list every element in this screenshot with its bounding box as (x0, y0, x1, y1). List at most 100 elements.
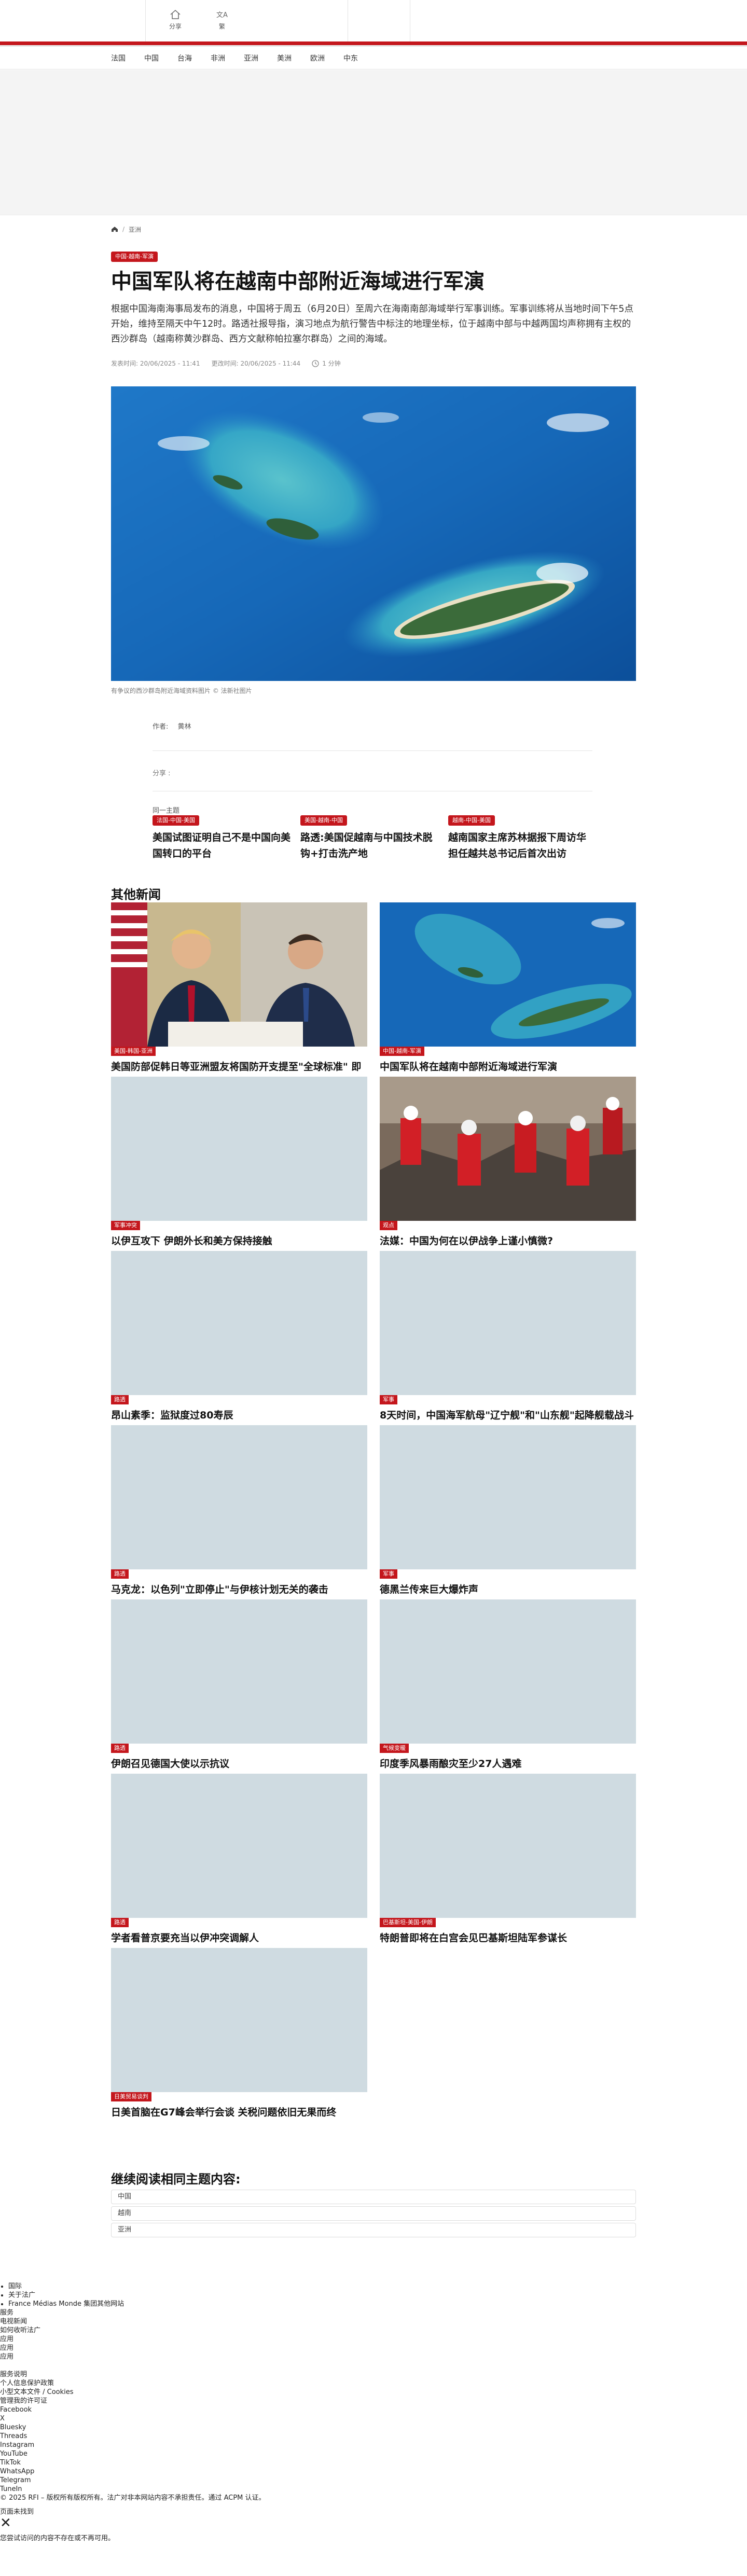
footer-menu-item[interactable]: 国际 (8, 2282, 747, 2291)
news-card-tag[interactable]: 路透 (111, 1918, 129, 1927)
nav-item[interactable]: 法国 (111, 53, 126, 63)
news-card-tag[interactable]: 中国-越南-军演 (380, 1047, 424, 1056)
related-tag[interactable]: 法国-中国-美国 (153, 815, 199, 826)
footer-menu-item[interactable]: France Médias Monde 集团其他网站 (8, 2300, 747, 2308)
footer-link[interactable]: Facebook (0, 2405, 747, 2414)
news-card[interactable]: 气候变暖印度季风暴雨酿灾至少27人遇难 (380, 1599, 636, 1770)
news-card-title[interactable]: 以伊互攻下 伊朗外长和美方保持接触 (111, 1233, 367, 1249)
footer-link[interactable]: 如何收听法广 (0, 2326, 747, 2335)
news-card-tag[interactable]: 军事 (380, 1395, 397, 1404)
news-card[interactable]: 路透昂山素季：监狱度过80寿辰 (111, 1251, 367, 1421)
related-article[interactable]: 越南-中国-美国越南国家主席苏林据报下周访华 担任越共总书记后首次出访 (448, 814, 588, 862)
news-card-tag[interactable]: 路透 (111, 1569, 129, 1579)
related-tag[interactable]: 美国-越南-中国 (300, 815, 347, 826)
footer-link[interactable]: X (0, 2414, 747, 2423)
news-card[interactable]: 军事德黑兰传来巨大爆炸声 (380, 1425, 636, 1595)
news-card-title[interactable]: 昂山素季：监狱度过80寿辰 (111, 1408, 367, 1423)
close-icon[interactable]: ✕ (0, 2516, 747, 2530)
news-card[interactable]: 路透学者看普京要充当以伊冲突调解人 (111, 1774, 367, 1944)
footer-link[interactable]: 个人信息保护政策 (0, 2379, 747, 2388)
footer-link[interactable]: 小型文本文件 / Cookies (0, 2388, 747, 2397)
news-card-image[interactable] (111, 1425, 367, 1569)
news-card-image[interactable] (380, 1077, 636, 1221)
language-button[interactable]: 文A 繁 (206, 9, 238, 31)
news-card-title[interactable]: 特朗普即将在白宫会见巴基斯坦陆军参谋长 (380, 1930, 636, 1946)
breadcrumb-current[interactable]: 亚洲 (129, 225, 141, 234)
news-card-title[interactable]: 马克龙：以色列"立即停止"与伊核计划无关的袭击 (111, 1582, 367, 1597)
news-card[interactable]: 日美贸易谈判日美首脑在G7峰会举行会谈 关税问题依旧无果而终 (111, 1948, 367, 2118)
footer-link[interactable]: TikTok (0, 2458, 747, 2467)
article-tag[interactable]: 中国-越南-军演 (111, 250, 158, 262)
footer-link[interactable]: 应用 (0, 2335, 747, 2344)
news-card-tag[interactable]: 军事 (380, 1569, 397, 1579)
news-card-tag[interactable]: 美国-韩国-亚洲 (111, 1047, 156, 1056)
footer-link[interactable]: Telegram (0, 2476, 747, 2485)
news-card-title[interactable]: 德黑兰传来巨大爆炸声 (380, 1582, 636, 1597)
nav-item[interactable]: 中东 (343, 53, 358, 63)
news-card-title[interactable]: 印度季风暴雨酿灾至少27人遇难 (380, 1756, 636, 1772)
news-card-tag[interactable]: 路透 (111, 1395, 129, 1404)
news-card-title[interactable]: 学者看普京要充当以伊冲突调解人 (111, 1930, 367, 1946)
news-card[interactable]: 军事8天时间，中国海军航母"辽宁舰"和"山东舰"起降舰载战斗机与直升机520次；… (380, 1251, 636, 1437)
related-title[interactable]: 越南国家主席苏林据报下周访华 担任越共总书记后首次出访 (448, 830, 588, 862)
news-card-image[interactable] (111, 1077, 367, 1221)
news-card[interactable]: 路透马克龙：以色列"立即停止"与伊核计划无关的袭击 (111, 1425, 367, 1595)
footer-link[interactable]: Threads (0, 2432, 747, 2441)
news-card-image[interactable] (111, 902, 367, 1047)
news-card-image[interactable] (380, 1425, 636, 1569)
news-card[interactable]: 军事冲突以伊互攻下 伊朗外长和美方保持接触 (111, 1077, 367, 1247)
footer-link[interactable]: 服务 (0, 2308, 747, 2317)
author-name[interactable]: 黄林 (178, 723, 191, 731)
news-card-tag[interactable]: 日美贸易谈判 (111, 2092, 151, 2101)
news-card-tag[interactable]: 气候变暖 (380, 1744, 409, 1753)
news-card-image[interactable] (111, 1774, 367, 1918)
footer-link[interactable]: 电视新闻 (0, 2317, 747, 2326)
news-card-image[interactable] (380, 1599, 636, 1744)
nav-item[interactable]: 非洲 (211, 53, 225, 63)
footer-link[interactable]: WhatsApp (0, 2467, 747, 2476)
topic-link[interactable]: 中国 (111, 2190, 636, 2204)
news-card[interactable]: 路透伊朗召见德国大使以示抗议 (111, 1599, 367, 1770)
news-card-title[interactable]: 伊朗召见德国大使以示抗议 (111, 1756, 367, 1772)
topic-link[interactable]: 亚洲 (111, 2223, 636, 2237)
news-card[interactable]: 巴基斯坦-美国-伊朗特朗普即将在白宫会见巴基斯坦陆军参谋长 (380, 1774, 636, 1944)
news-card-tag[interactable]: 观点 (380, 1221, 397, 1230)
topic-link[interactable]: 越南 (111, 2206, 636, 2221)
news-card-title[interactable]: 法媒：中国为何在以伊战争上谨小慎微? (380, 1233, 636, 1249)
nav-item[interactable]: 亚洲 (244, 53, 258, 63)
related-title[interactable]: 美国试图证明自己不是中国向美国转口的平台 (153, 830, 293, 862)
news-card[interactable]: 观点法媒：中国为何在以伊战争上谨小慎微? (380, 1077, 636, 1247)
news-card-image[interactable] (380, 1774, 636, 1918)
news-card-tag[interactable]: 路透 (111, 1744, 129, 1753)
news-card-image[interactable] (380, 902, 636, 1047)
footer-link[interactable]: 应用 (0, 2352, 747, 2361)
footer-menu-item[interactable]: 关于法广 (8, 2291, 747, 2300)
footer-link[interactable]: Instagram (0, 2441, 747, 2449)
news-card-tag[interactable]: 军事冲突 (111, 1221, 140, 1230)
news-card-image[interactable] (111, 1599, 367, 1744)
related-article[interactable]: 法国-中国-美国美国试图证明自己不是中国向美国转口的平台 (153, 814, 293, 862)
nav-item[interactable]: 台海 (177, 53, 192, 63)
footer-link[interactable]: TuneIn (0, 2485, 747, 2494)
related-title[interactable]: 路透:美国促越南与中国技术脱钩+打击洗产地 (300, 830, 440, 862)
footer-link[interactable]: 应用 (0, 2344, 747, 2352)
home-button[interactable]: 分享 (160, 9, 191, 31)
news-card[interactable]: 中国-越南-军演中国军队将在越南中部附近海域进行军演 (380, 902, 636, 1073)
news-card-title[interactable]: 中国军队将在越南中部附近海域进行军演 (380, 1059, 636, 1075)
news-card-image[interactable] (380, 1251, 636, 1395)
nav-item[interactable]: 中国 (144, 53, 159, 63)
news-card-image[interactable] (111, 1251, 367, 1395)
nav-item[interactable]: 美洲 (277, 53, 292, 63)
news-card-tag[interactable]: 巴基斯坦-美国-伊朗 (380, 1918, 436, 1927)
footer-link[interactable]: 管理我的许可证 (0, 2397, 747, 2405)
footer-link[interactable]: YouTube (0, 2449, 747, 2458)
related-article[interactable]: 美国-越南-中国路透:美国促越南与中国技术脱钩+打击洗产地 (300, 814, 440, 862)
news-card-title[interactable]: 日美首脑在G7峰会举行会谈 关税问题依旧无果而终 (111, 2105, 367, 2120)
news-card-image[interactable] (111, 1948, 367, 2092)
home-icon[interactable] (111, 226, 118, 232)
footer-link[interactable]: 服务说明 (0, 2370, 747, 2379)
nav-item[interactable]: 欧洲 (310, 53, 325, 63)
related-tag[interactable]: 越南-中国-美国 (448, 815, 495, 826)
footer-link[interactable]: Bluesky (0, 2423, 747, 2432)
news-card[interactable]: 美国-韩国-亚洲美国防部促韩日等亚洲盟友将国防开支提至"全球标准" 即GDP的5… (111, 902, 367, 1088)
